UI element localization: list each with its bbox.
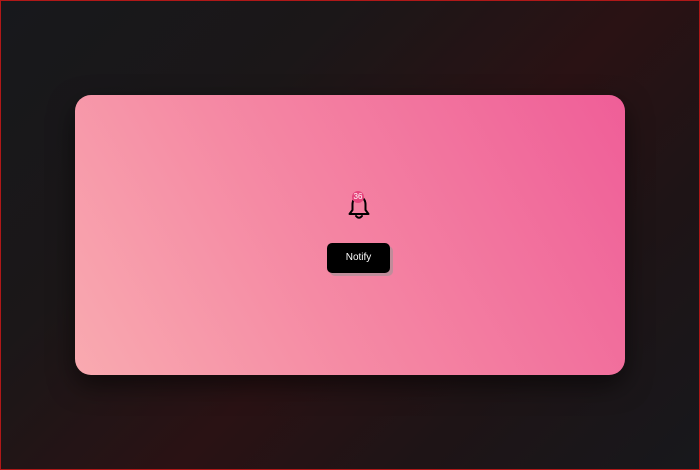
notify-button[interactable]: Notify: [327, 243, 390, 273]
notification-count-badge: 36: [352, 191, 364, 203]
notification-bell[interactable]: 36: [345, 191, 373, 221]
notification-card: 36 Notify: [75, 95, 625, 375]
